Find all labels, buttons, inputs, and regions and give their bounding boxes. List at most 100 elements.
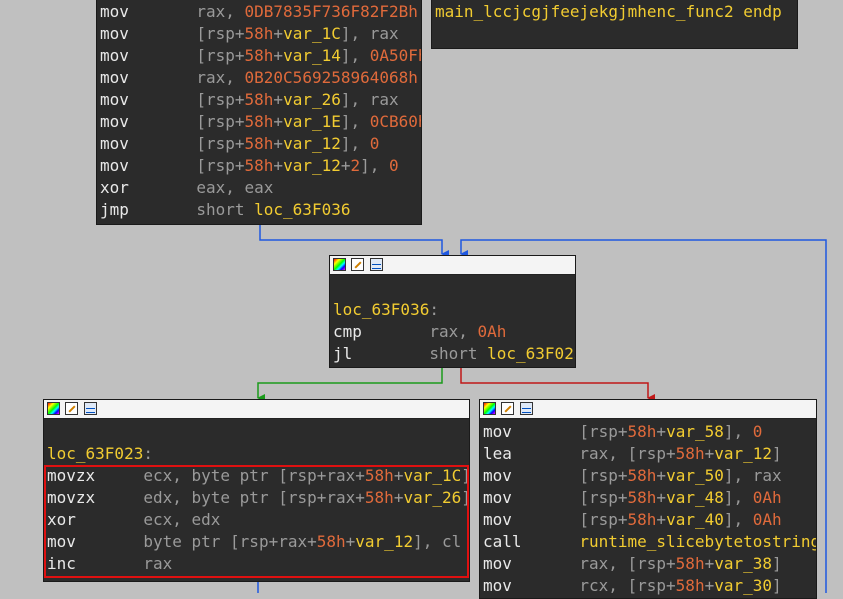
code-block-slicebytetostring[interactable]: mov [rsp+58h+var_58], 0 lea rax, [rsp+58h… <box>479 399 817 599</box>
immediate-value: 2 <box>350 156 361 175</box>
edge-jmp-to-loc_63F036 <box>259 224 449 258</box>
symbol-name[interactable]: runtime_slicebytetostring <box>579 532 816 551</box>
asm-line[interactable]: mov [rsp+58h+var_26], rax <box>100 89 421 111</box>
asm-line[interactable]: xor eax, eax <box>100 177 421 199</box>
operand: rax, <box>429 322 478 341</box>
asm-line[interactable]: mov [rsp+58h+var_1E], 0CB60h <box>100 111 421 133</box>
symbol-name[interactable]: var_12 <box>283 156 341 175</box>
code-block-endp[interactable]: main_lccjcgjfeejekgjmhenc_func2 endp <box>431 0 798 49</box>
immediate-value: 58h <box>627 510 657 529</box>
asm-line[interactable]: loc_63F023: <box>47 443 469 465</box>
immediate-value: 0B20C569258964068h <box>244 68 418 87</box>
asm-line[interactable]: mov rcx, [rsp+58h+var_30] <box>483 575 816 597</box>
code-block-loc_63F023[interactable]: loc_63F023: movzx ecx, byte ptr [rsp+rax+… <box>43 399 470 582</box>
mnemonic: xor <box>100 178 129 197</box>
symbol-name[interactable]: loc_63F023 <box>487 344 575 363</box>
mnemonic: mov <box>100 134 129 153</box>
symbol-name[interactable]: var_38 <box>714 554 772 573</box>
mnemonic: jl <box>333 344 353 363</box>
immediate-value: 58h <box>675 554 705 573</box>
asm-line[interactable]: mov [rsp+58h+var_50], rax <box>483 465 816 487</box>
symbol-name[interactable]: main_lccjcgjfeejekgjmhenc_func2 <box>435 2 743 21</box>
asm-line[interactable]: mov [rsp+58h+var_14], 0A50Fh <box>100 45 421 67</box>
code-block-init[interactable]: mov rax, 0DB7835F736F82F2Bh mov [rsp+58h+… <box>96 0 422 225</box>
code-lines: main_lccjcgjfeejekgjmhenc_func2 endp <box>435 1 797 23</box>
edit-icon[interactable] <box>351 258 364 271</box>
asm-line[interactable]: jl short loc_63F023 <box>333 343 575 365</box>
asm-line[interactable]: mov [rsp+58h+var_12+2], 0 <box>100 155 421 177</box>
code-lines: mov rax, 0DB7835F736F82F2Bh mov [rsp+58h+… <box>100 1 421 221</box>
symbol-name[interactable]: var_1E <box>283 112 341 131</box>
immediate-value: 58h <box>244 156 274 175</box>
operand: + <box>273 134 284 153</box>
operand: rax, [rsp+ <box>579 554 676 573</box>
operand: ], <box>340 46 370 65</box>
operand: : <box>429 300 439 319</box>
mnemonic: mov <box>100 112 129 131</box>
operand: rax, <box>196 2 245 21</box>
symbol-name[interactable]: loc_63F036 <box>333 300 429 319</box>
color-palette-icon[interactable] <box>47 402 60 415</box>
symbol-name[interactable]: var_48 <box>666 488 724 507</box>
immediate-value: 58h <box>627 466 657 485</box>
mnemonic: mov <box>100 90 129 109</box>
graph-overview-icon[interactable] <box>520 402 533 415</box>
immediate-value: 58h <box>675 576 705 595</box>
symbol-name[interactable]: loc_63F023 <box>47 444 143 463</box>
asm-line[interactable]: mov [rsp+58h+var_58], 0 <box>483 421 816 443</box>
color-palette-icon[interactable] <box>483 402 496 415</box>
mnemonic: mov <box>483 510 512 529</box>
asm-line[interactable]: mov [rsp+58h+var_48], 0Ah <box>483 487 816 509</box>
symbol-name[interactable]: var_12 <box>714 444 772 463</box>
asm-line[interactable]: cmp rax, 0Ah <box>333 321 575 343</box>
operand: short <box>429 344 488 363</box>
asm-line[interactable]: loc_63F036: <box>333 299 575 321</box>
symbol-name[interactable]: var_30 <box>714 576 772 595</box>
symbol-name[interactable]: endp <box>743 2 782 21</box>
asm-line[interactable]: mov rax, 0B20C569258964068h <box>100 67 421 89</box>
asm-line[interactable]: call runtime_slicebytetostring <box>483 531 816 553</box>
mnemonic: mov <box>483 422 512 441</box>
operand: ], <box>340 134 370 153</box>
symbol-name[interactable]: var_14 <box>283 46 341 65</box>
symbol-name[interactable]: loc_63F036 <box>254 200 350 219</box>
asm-line[interactable]: lea rax, [rsp+58h+var_12] <box>483 443 816 465</box>
operand: ], <box>360 156 390 175</box>
operand: ] <box>772 554 782 573</box>
edge-true-branch <box>257 368 443 402</box>
operand: rcx, [rsp+ <box>579 576 676 595</box>
symbol-name[interactable]: var_12 <box>283 134 341 153</box>
asm-line[interactable] <box>47 421 469 443</box>
immediate-value: 58h <box>627 488 657 507</box>
symbol-name[interactable]: var_26 <box>283 90 341 109</box>
edit-icon[interactable] <box>65 402 78 415</box>
graph-overview-icon[interactable] <box>370 258 383 271</box>
mnemonic: mov <box>483 466 512 485</box>
asm-line[interactable]: mov rax, [rsp+58h+var_38] <box>483 553 816 575</box>
edit-icon[interactable] <box>501 402 514 415</box>
operand: ], <box>340 112 370 131</box>
immediate-value: 58h <box>244 24 274 43</box>
asm-line[interactable]: mov [rsp+58h+var_40], 0Ah <box>483 509 816 531</box>
symbol-name[interactable]: var_1C <box>283 24 341 43</box>
symbol-name[interactable]: var_50 <box>666 466 724 485</box>
immediate-value: 0 <box>369 134 380 153</box>
asm-line[interactable]: main_lccjcgjfeejekgjmhenc_func2 endp <box>435 1 797 23</box>
operand: [rsp+ <box>196 46 245 65</box>
symbol-name[interactable]: var_58 <box>666 422 724 441</box>
graph-overview-icon[interactable] <box>84 402 97 415</box>
operand: + <box>704 576 715 595</box>
operand: ], <box>723 510 753 529</box>
operand: + <box>273 156 284 175</box>
asm-line[interactable]: mov [rsp+58h+var_1C], rax <box>100 23 421 45</box>
color-palette-icon[interactable] <box>333 258 346 271</box>
code-block-loc_63F036[interactable]: loc_63F036: cmp rax, 0Ah jl short loc_63F0… <box>329 255 576 368</box>
operand: [rsp+ <box>196 90 245 109</box>
operand: ], rax <box>340 24 399 43</box>
asm-line[interactable]: mov [rsp+58h+var_12], 0 <box>100 133 421 155</box>
asm-line[interactable] <box>333 277 575 299</box>
asm-line[interactable]: mov rax, 0DB7835F736F82F2Bh <box>100 1 421 23</box>
operand: + <box>656 466 667 485</box>
asm-line[interactable]: jmp short loc_63F036 <box>100 199 421 221</box>
symbol-name[interactable]: var_40 <box>666 510 724 529</box>
